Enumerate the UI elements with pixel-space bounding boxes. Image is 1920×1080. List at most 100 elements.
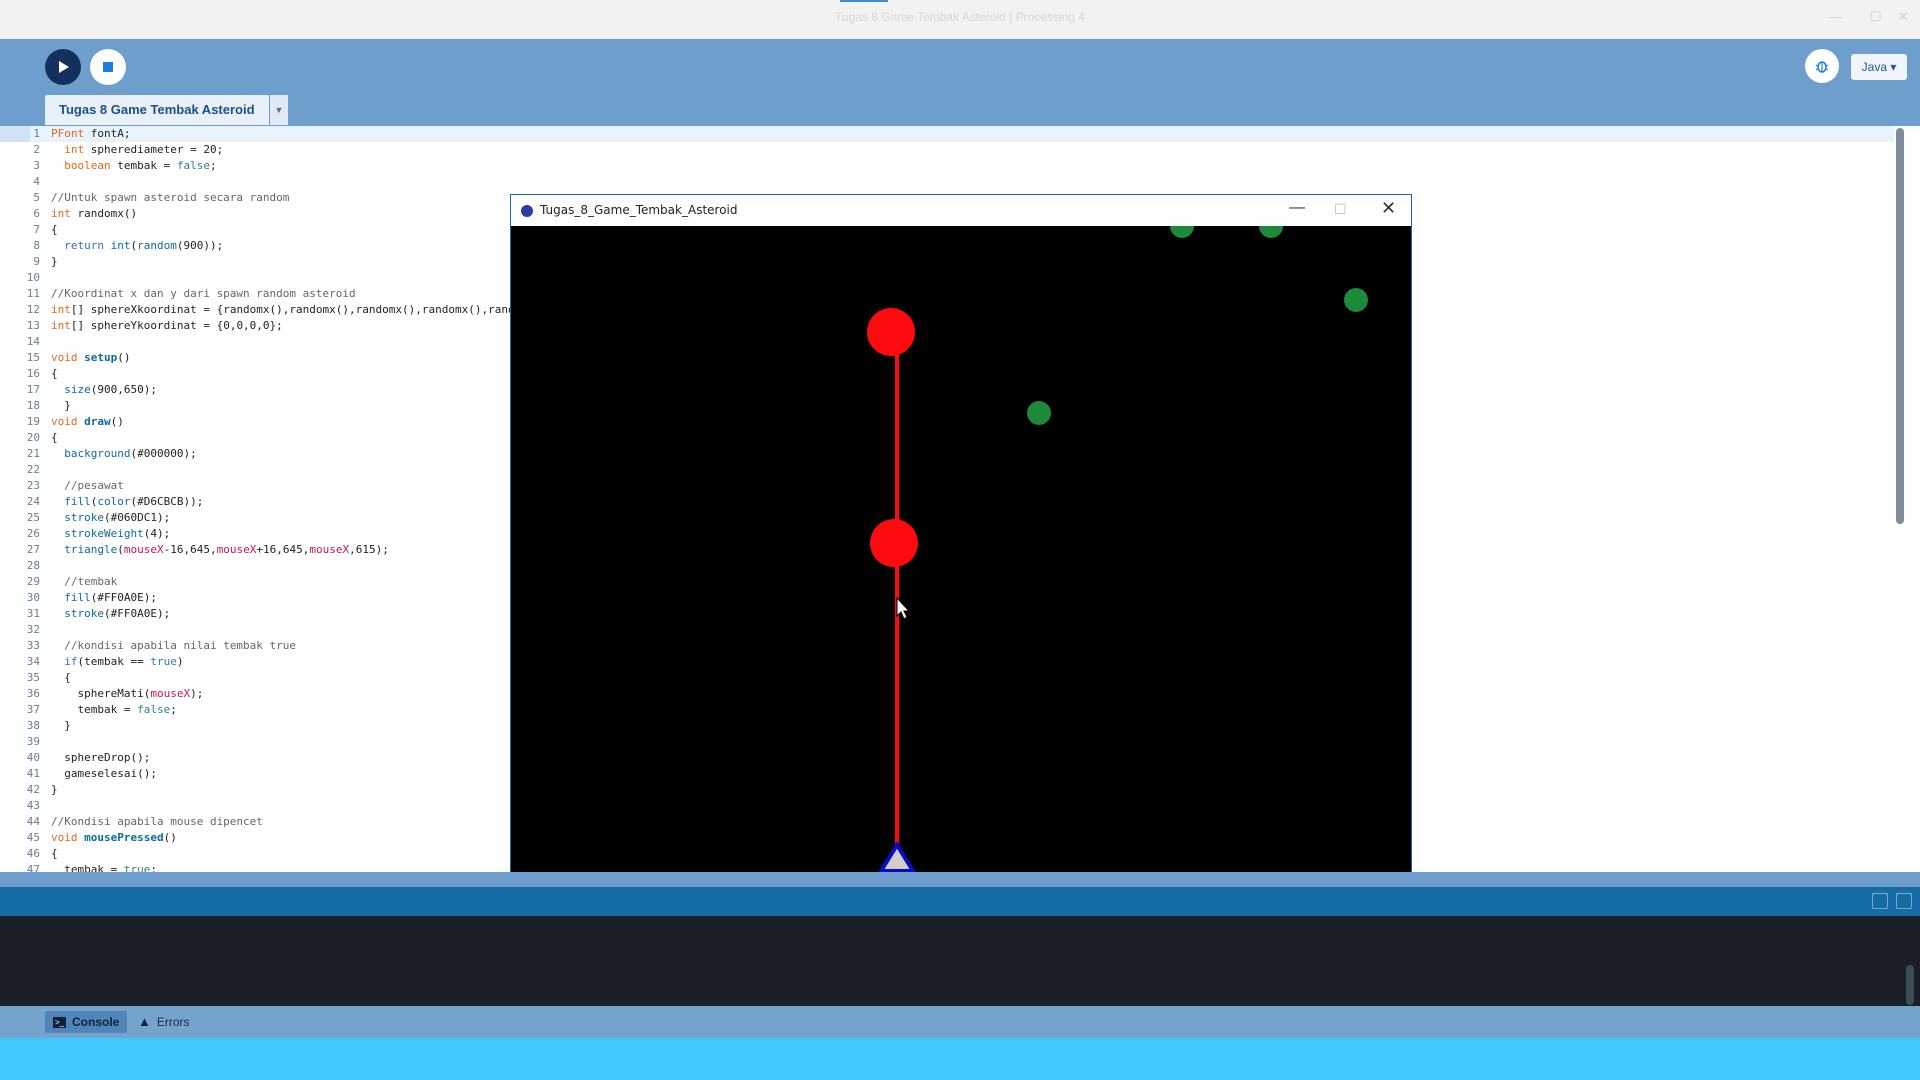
line-number: 45 [26,831,40,844]
game-canvas [867,214,1368,873]
console-icon: >_ [53,1016,66,1028]
tab-errors-label: Errors [156,1015,190,1029]
code-text: //Untuk spawn asteroid secara random [51,191,290,204]
clear-console-icon[interactable] [1896,893,1912,909]
line-number: 3 [33,159,40,172]
console-scrollbar-thumb[interactable] [1906,965,1914,1005]
line-number: 23 [26,479,40,492]
tab-console-label: Console [72,1015,120,1029]
line-number: 32 [26,623,40,636]
code-text: int spherediameter = 20; [64,143,224,156]
sketch-canvas[interactable] [511,214,1411,876]
asteroid [1027,401,1051,425]
mode-selector[interactable]: Java ▾ [1851,54,1907,80]
maximize-icon[interactable]: ☐ [1870,9,1882,25]
code-text: fill(color(#D6CBCB)); [64,495,204,508]
minimize-icon[interactable]: — [1830,9,1843,24]
line-number: 44 [26,815,40,828]
code-text: stroke(#060DC1); [64,511,171,524]
close-icon[interactable]: ✕ [1381,198,1396,219]
line-number: 7 [33,223,40,236]
code-text: return int(random(900)); [64,239,224,252]
window-title: Tugas 8 Game Tembak Asteroid | Processin… [835,10,1085,24]
line-number: 25 [26,511,40,524]
code-text: int randomx() [51,207,138,220]
code-text: //Koordinat x dan y dari spawn random as… [51,287,356,300]
line-number: 34 [26,655,40,668]
tab-menu-button[interactable]: ▼ [270,95,288,125]
line-number: 31 [26,607,40,620]
line-number: 27 [26,543,40,556]
code-text: { [51,367,58,380]
code-text: tembak = true; [51,863,157,872]
code-text: //kondisi apabila nilai tembak true [64,639,297,652]
stop-button[interactable] [90,49,126,85]
code-text: background(#000000); [64,447,197,460]
console-tabs: >_ Console ▲ Errors [0,1006,1920,1038]
asteroid [1259,214,1283,238]
code-text: stroke(#FF0A0E); [64,607,171,620]
code-text: PFont fontA; [51,127,131,140]
line-number: 13 [26,319,40,332]
play-icon [59,61,69,73]
line-number: 5 [33,191,40,204]
line-number: 2 [33,143,40,156]
line-number: 8 [33,239,40,252]
editor-scrollbar-thumb[interactable] [1896,128,1904,524]
line-number: 15 [26,351,40,364]
maximize-icon[interactable]: ☐ [1334,201,1347,218]
code-text: } [51,719,71,732]
line-number: 24 [26,495,40,508]
line-number: 19 [26,415,40,428]
asteroid [1344,288,1368,312]
code-text: fill(#FF0A0E); [64,591,157,604]
close-icon[interactable]: ✕ [1898,9,1909,25]
line-number: 22 [26,463,40,476]
line-number: 14 [26,335,40,348]
code-text: void mousePressed() [51,831,177,844]
code-text: { [51,431,58,444]
code-text: int[] sphereYkoordinat = {0,0,0,0}; [51,319,283,332]
code-text: //tembak [64,575,118,588]
line-number: 11 [26,287,40,300]
run-button[interactable] [45,49,81,85]
line-number: 17 [26,383,40,396]
line-number: 38 [26,719,40,732]
code-text: { [51,847,58,860]
debugger-icon [1815,61,1829,73]
chevron-down-icon: ▼ [274,105,284,115]
line-number: 1 [33,127,40,140]
tab-sketch[interactable]: Tugas 8 Game Tembak Asteroid [45,95,269,125]
console-header [0,887,1920,916]
code-text: gameselesai(); [51,767,157,780]
debug-button[interactable] [1805,49,1839,83]
processing-icon [521,205,533,217]
code-text: int[] sphereXkoordinat = {randomx(),rand… [51,303,561,316]
code-text: //pesawat [64,479,124,492]
line-number: 46 [26,847,40,860]
tab-errors[interactable]: ▲ Errors [130,1011,198,1033]
line-number: 26 [26,527,40,540]
line-number: 42 [26,783,40,796]
code-text: void setup() [51,351,131,364]
asteroid-hit [867,308,915,356]
line-number: 4 [33,175,40,188]
console-output[interactable] [0,916,1920,1006]
copy-icon[interactable] [1872,893,1888,909]
code-text: boolean tembak = false; [64,159,217,172]
code-text: strokeWeight(4); [64,527,171,540]
line-number: 40 [26,751,40,764]
minimize-icon[interactable]: — [1289,199,1305,217]
tab-console[interactable]: >_ Console [45,1011,128,1033]
code-text: { [51,223,58,236]
line-number: 10 [26,271,40,284]
current-line-highlight [0,126,1894,142]
line-number: 36 [26,687,40,700]
app-titlebar: Tugas 8 Game Tembak Asteroid | Processin… [0,0,1920,39]
line-number: 33 [26,639,40,652]
stop-icon [103,62,113,72]
line-number: 20 [26,431,40,444]
code-text: triangle(mouseX-16,645,mouseX+16,645,mou… [64,543,389,556]
line-number: 30 [26,591,40,604]
sketch-title: Tugas_8_Game_Tembak_Asteroid [540,203,738,217]
